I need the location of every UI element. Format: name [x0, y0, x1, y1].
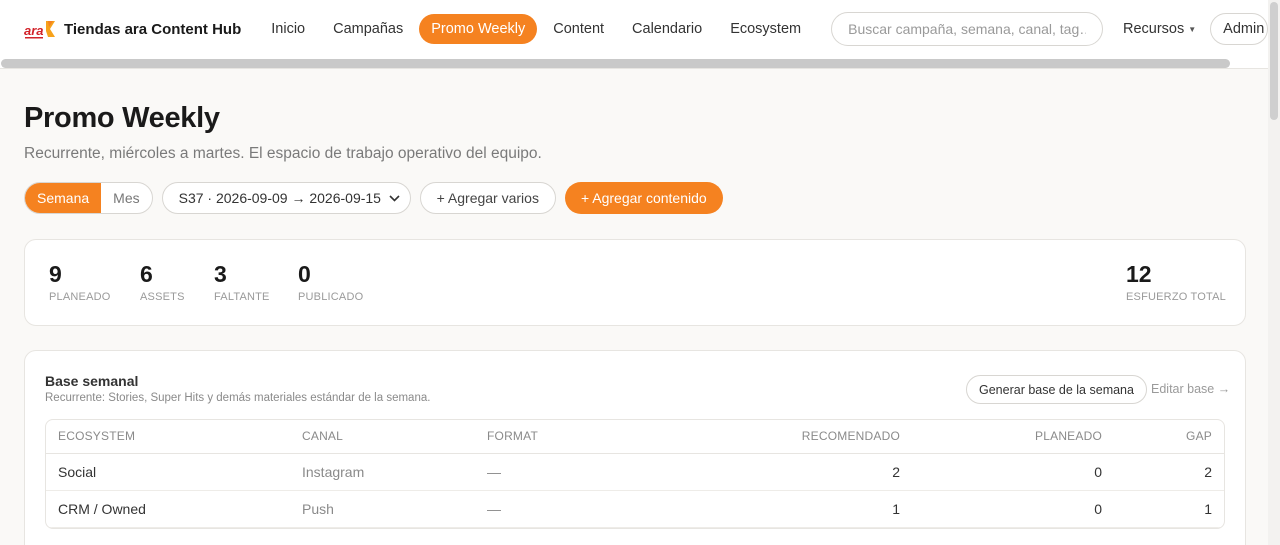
search-input[interactable] [831, 12, 1103, 46]
cell-recomendado: 1 [625, 490, 912, 528]
view-month-button[interactable]: Mes [101, 183, 151, 213]
vertical-scrollbar[interactable] [1268, 0, 1280, 545]
cell-format: — [475, 490, 625, 528]
horizontal-scrollbar[interactable] [0, 58, 1268, 69]
brand-name: Tiendas ara Content Hub [64, 20, 242, 38]
cell-ecosystem: Social [46, 453, 290, 491]
chevron-down-icon [389, 194, 400, 202]
table-row[interactable]: Social Instagram — 2 0 2 [46, 453, 1224, 491]
page-title: Promo Weekly [24, 102, 220, 134]
column-header-canal[interactable]: CANAL [290, 420, 475, 454]
stat-value: 12 [1126, 261, 1152, 287]
stat-label: FALTANTE [214, 291, 270, 303]
table-row[interactable]: CRM / Owned Push — 1 0 1 [46, 490, 1224, 528]
stat-label: PLANEADO [49, 291, 111, 303]
stat-value: 9 [49, 261, 62, 287]
column-header-planeado[interactable]: PLANEADO [912, 420, 1114, 454]
add-content-button[interactable]: + Agregar contenido [564, 182, 723, 214]
stat-label: PUBLICADO [298, 291, 364, 303]
base-title: Base semanal [45, 373, 139, 389]
edit-base-link[interactable]: Editar base → [1151, 382, 1230, 396]
cell-format: — [475, 453, 625, 491]
stat-esfuerzo-total: 12 ESFUERZO TOTAL [1126, 260, 1226, 303]
view-week-button[interactable]: Semana [25, 183, 102, 213]
cell-ecosystem: CRM / Owned [46, 490, 290, 528]
stat-planeado: 9 PLANEADO [49, 260, 111, 303]
ara-logo-icon: ara [24, 21, 55, 39]
stat-label: ASSETS [140, 291, 185, 303]
stat-value: 3 [214, 261, 227, 287]
cell-planeado: 0 [912, 490, 1114, 528]
main-nav: Inicio Campañas Promo Weekly Content Cal… [259, 14, 817, 44]
week-select[interactable]: S37 · 2026-09-09 → 2026-09-15 [161, 182, 411, 214]
base-table: ECOSYSTEM CANAL FORMAT RECOMENDADO PLANE… [45, 419, 1225, 529]
view-toggle: Semana Mes [24, 182, 153, 214]
column-header-ecosystem[interactable]: ECOSYSTEM [46, 420, 290, 454]
column-header-gap[interactable]: GAP [1114, 420, 1224, 454]
cell-planeado: 0 [912, 453, 1114, 491]
toolbar: Semana Mes S37 · 2026-09-09 → 2026-09-15… [24, 182, 723, 214]
column-header-recomendado[interactable]: RECOMENDADO [625, 420, 912, 454]
caret-down-icon: ▼ [1188, 24, 1197, 34]
stat-faltante: 3 FALTANTE [214, 260, 270, 303]
top-navigation-bar: ara Tiendas ara Content Hub Inicio Campa… [0, 0, 1268, 58]
page-subtitle: Recurrente, miércoles a martes. El espac… [24, 145, 542, 162]
stat-value: 6 [140, 261, 153, 287]
add-many-button[interactable]: + Agregar varios [419, 182, 556, 214]
stats-card: 9 PLANEADO 6 ASSETS 3 FALTANTE 0 PUBLICA… [24, 239, 1246, 326]
column-header-format[interactable]: FORMAT [475, 420, 625, 454]
cell-canal: Instagram [290, 453, 475, 491]
horizontal-scrollbar-thumb[interactable] [1, 59, 1230, 68]
nav-item-content[interactable]: Content [541, 14, 616, 44]
vertical-scrollbar-thumb[interactable] [1270, 2, 1278, 120]
nav-item-inicio[interactable]: Inicio [259, 14, 317, 44]
table-header-row: ECOSYSTEM CANAL FORMAT RECOMENDADO PLANE… [46, 420, 1224, 454]
stat-assets: 6 ASSETS [140, 260, 185, 303]
generate-base-button[interactable]: Generar base de la semana [966, 375, 1147, 404]
nav-item-calendario[interactable]: Calendario [620, 14, 714, 44]
cell-gap: 1 [1114, 490, 1224, 528]
cell-recomendado: 2 [625, 453, 912, 491]
resources-menu[interactable]: Recursos ▼ [1123, 21, 1196, 37]
base-semanal-card: Base semanal Recurrente: Stories, Super … [24, 350, 1246, 545]
base-description: Recurrente: Stories, Super Hits y demás … [45, 392, 431, 404]
admin-button[interactable]: Admin [1210, 13, 1268, 45]
brand[interactable]: ara Tiendas ara Content Hub [24, 18, 241, 40]
stat-publicado: 0 PUBLICADO [298, 260, 363, 303]
week-select-value: S37 · 2026-09-09 → 2026-09-15 [178, 190, 381, 206]
stat-value: 0 [298, 261, 311, 287]
resources-label: Recursos [1122, 21, 1185, 37]
stat-label: ESFUERZO TOTAL [1126, 291, 1226, 303]
nav-item-campanas[interactable]: Campañas [321, 14, 415, 44]
nav-item-ecosystem[interactable]: Ecosystem [718, 14, 813, 44]
cell-canal: Push [290, 490, 475, 528]
svg-text:ara: ara [24, 23, 44, 38]
cell-gap: 2 [1114, 453, 1224, 491]
nav-item-promo-weekly[interactable]: Promo Weekly [419, 14, 538, 44]
